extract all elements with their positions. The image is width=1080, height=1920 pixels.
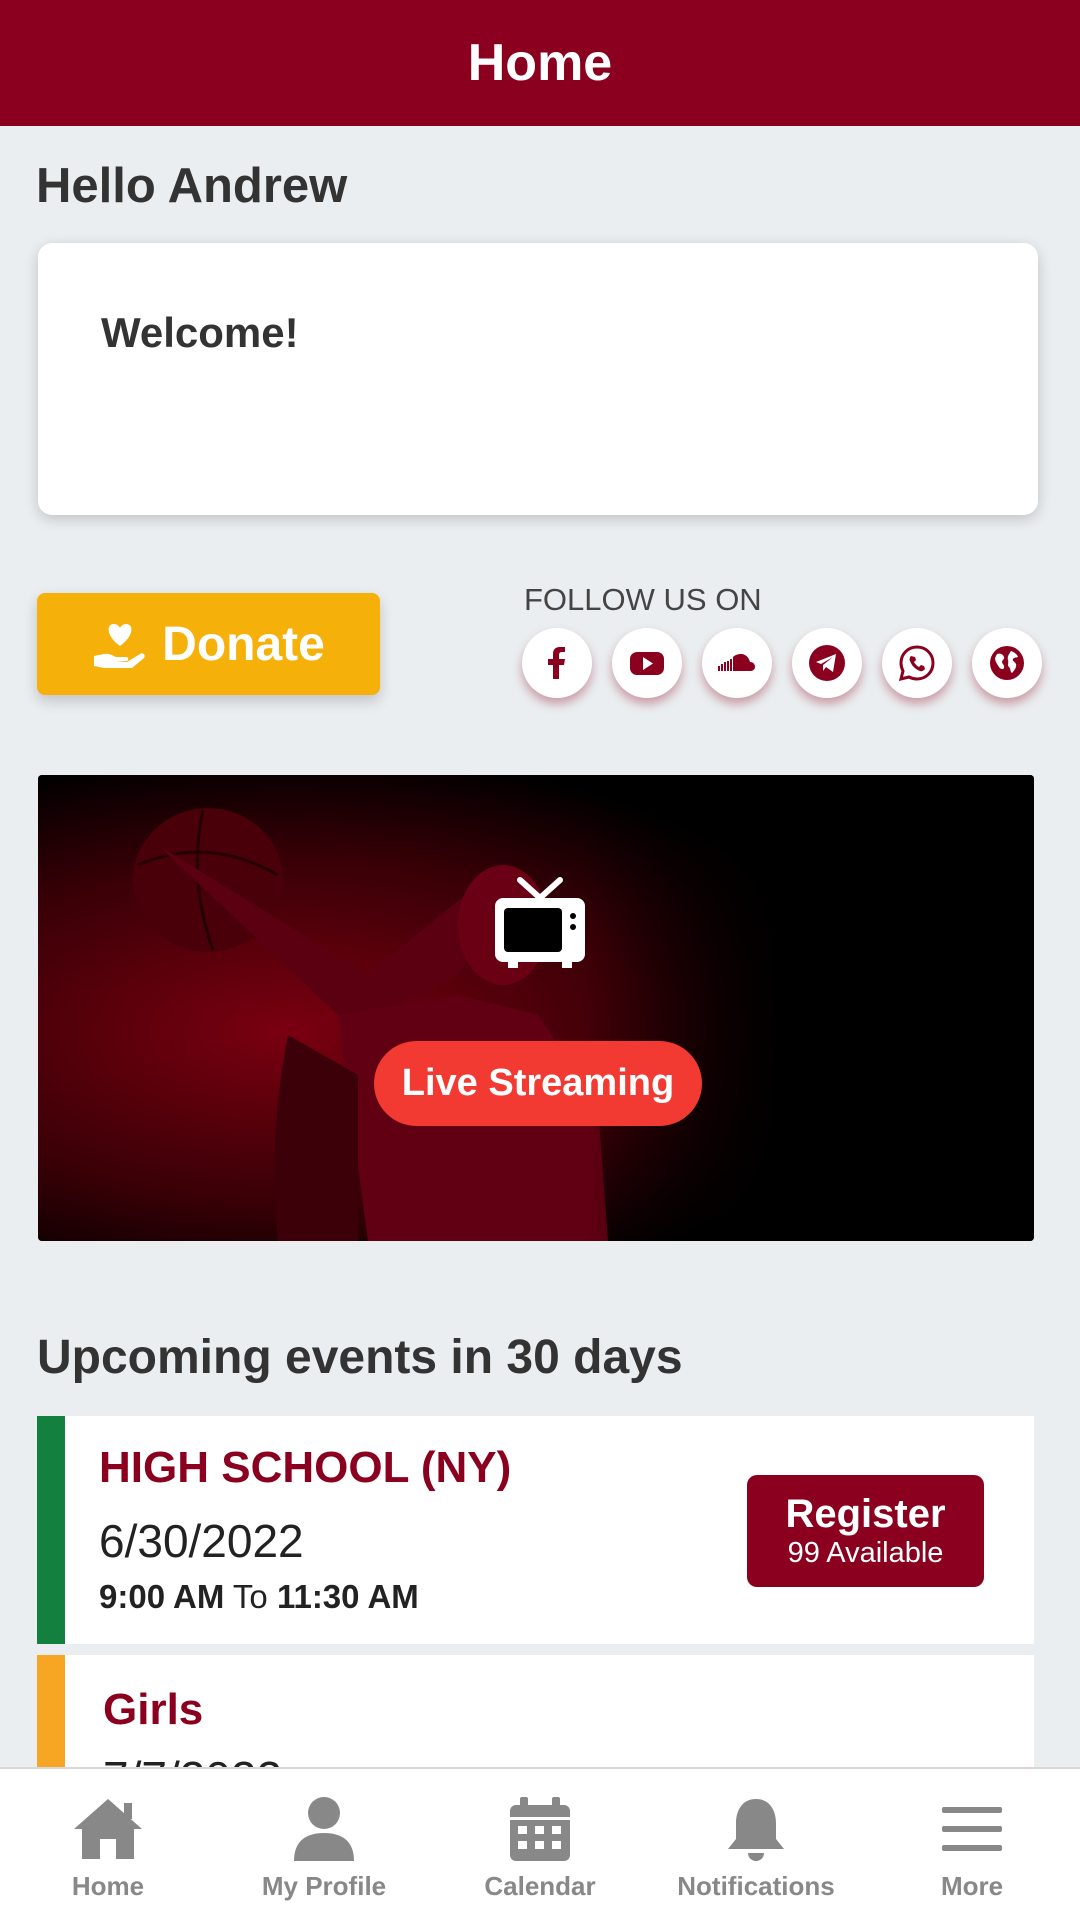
user-icon bbox=[294, 1797, 354, 1861]
tv-icon bbox=[495, 877, 585, 968]
greeting-text: Hello Andrew bbox=[36, 159, 348, 213]
register-button[interactable]: Register 99 Available bbox=[747, 1475, 984, 1587]
bell-icon bbox=[728, 1799, 784, 1861]
hand-heart-icon bbox=[94, 624, 145, 668]
upcoming-events-title: Upcoming events in 30 days bbox=[37, 1331, 683, 1384]
nav-label: Home bbox=[71, 1871, 145, 1901]
event-status-stripe bbox=[37, 1416, 65, 1644]
register-label: Register bbox=[785, 1492, 946, 1536]
follow-us-label: FOLLOW US ON bbox=[524, 582, 762, 617]
top-app-bar: Home bbox=[0, 0, 1080, 126]
nav-more[interactable]: More bbox=[864, 1769, 1080, 1920]
event-date: 7/7/2022 bbox=[103, 1751, 282, 1767]
home-icon bbox=[74, 1799, 142, 1859]
event-name: HIGH SCHOOL (NY) bbox=[99, 1443, 512, 1492]
welcome-card: Welcome! bbox=[38, 243, 1038, 515]
telegram-icon bbox=[809, 645, 845, 681]
page-title: Home bbox=[467, 34, 613, 92]
welcome-message: Welcome! bbox=[101, 309, 299, 356]
website-button[interactable] bbox=[972, 628, 1042, 698]
live-streaming-card[interactable]: Live Streaming bbox=[38, 775, 1034, 1241]
nav-label: My Profile bbox=[261, 1871, 387, 1901]
bottom-navigation: Home My Profile Calendar Notifications M… bbox=[0, 1767, 1080, 1920]
nav-calendar[interactable]: Calendar bbox=[432, 1769, 648, 1920]
donate-button[interactable]: Donate bbox=[37, 593, 380, 695]
nav-label: Notifications bbox=[677, 1871, 835, 1901]
soundcloud-button[interactable] bbox=[702, 628, 772, 698]
nav-label: More bbox=[940, 1871, 1004, 1901]
event-date: 6/30/2022 bbox=[99, 1515, 304, 1567]
event-card[interactable]: HIGH SCHOOL (NY) 6/30/2022 9:00 AM To 11… bbox=[37, 1416, 1034, 1644]
live-streaming-button[interactable]: Live Streaming bbox=[374, 1041, 702, 1126]
event-time: 9:00 AM To 11:30 AM bbox=[99, 1578, 419, 1616]
basketball-player-image bbox=[38, 775, 1034, 1241]
whatsapp-icon bbox=[898, 645, 935, 682]
availability-count: 99 Available bbox=[787, 1537, 944, 1569]
donate-label: Donate bbox=[162, 617, 325, 671]
youtube-button[interactable] bbox=[612, 628, 682, 698]
soundcloud-icon bbox=[718, 654, 755, 671]
youtube-icon bbox=[630, 652, 664, 675]
telegram-button[interactable] bbox=[792, 628, 862, 698]
event-end-time: 11:30 AM bbox=[276, 1578, 419, 1615]
facebook-icon bbox=[548, 647, 565, 679]
facebook-button[interactable] bbox=[522, 628, 592, 698]
menu-icon bbox=[942, 1807, 1002, 1851]
globe-icon bbox=[990, 646, 1024, 680]
event-name: Girls bbox=[103, 1685, 204, 1734]
nav-notifications[interactable]: Notifications bbox=[648, 1769, 864, 1920]
nav-my-profile[interactable]: My Profile bbox=[216, 1769, 432, 1920]
whatsapp-button[interactable] bbox=[882, 628, 952, 698]
calendar-icon bbox=[510, 1797, 570, 1861]
event-time-separator: To bbox=[232, 1578, 268, 1615]
event-status-stripe bbox=[37, 1655, 65, 1767]
event-card[interactable]: Girls 7/7/2022 bbox=[37, 1655, 1034, 1767]
social-links bbox=[522, 628, 1042, 698]
nav-home[interactable]: Home bbox=[0, 1769, 216, 1920]
nav-label: Calendar bbox=[484, 1871, 596, 1901]
event-start-time: 9:00 AM bbox=[99, 1578, 225, 1615]
